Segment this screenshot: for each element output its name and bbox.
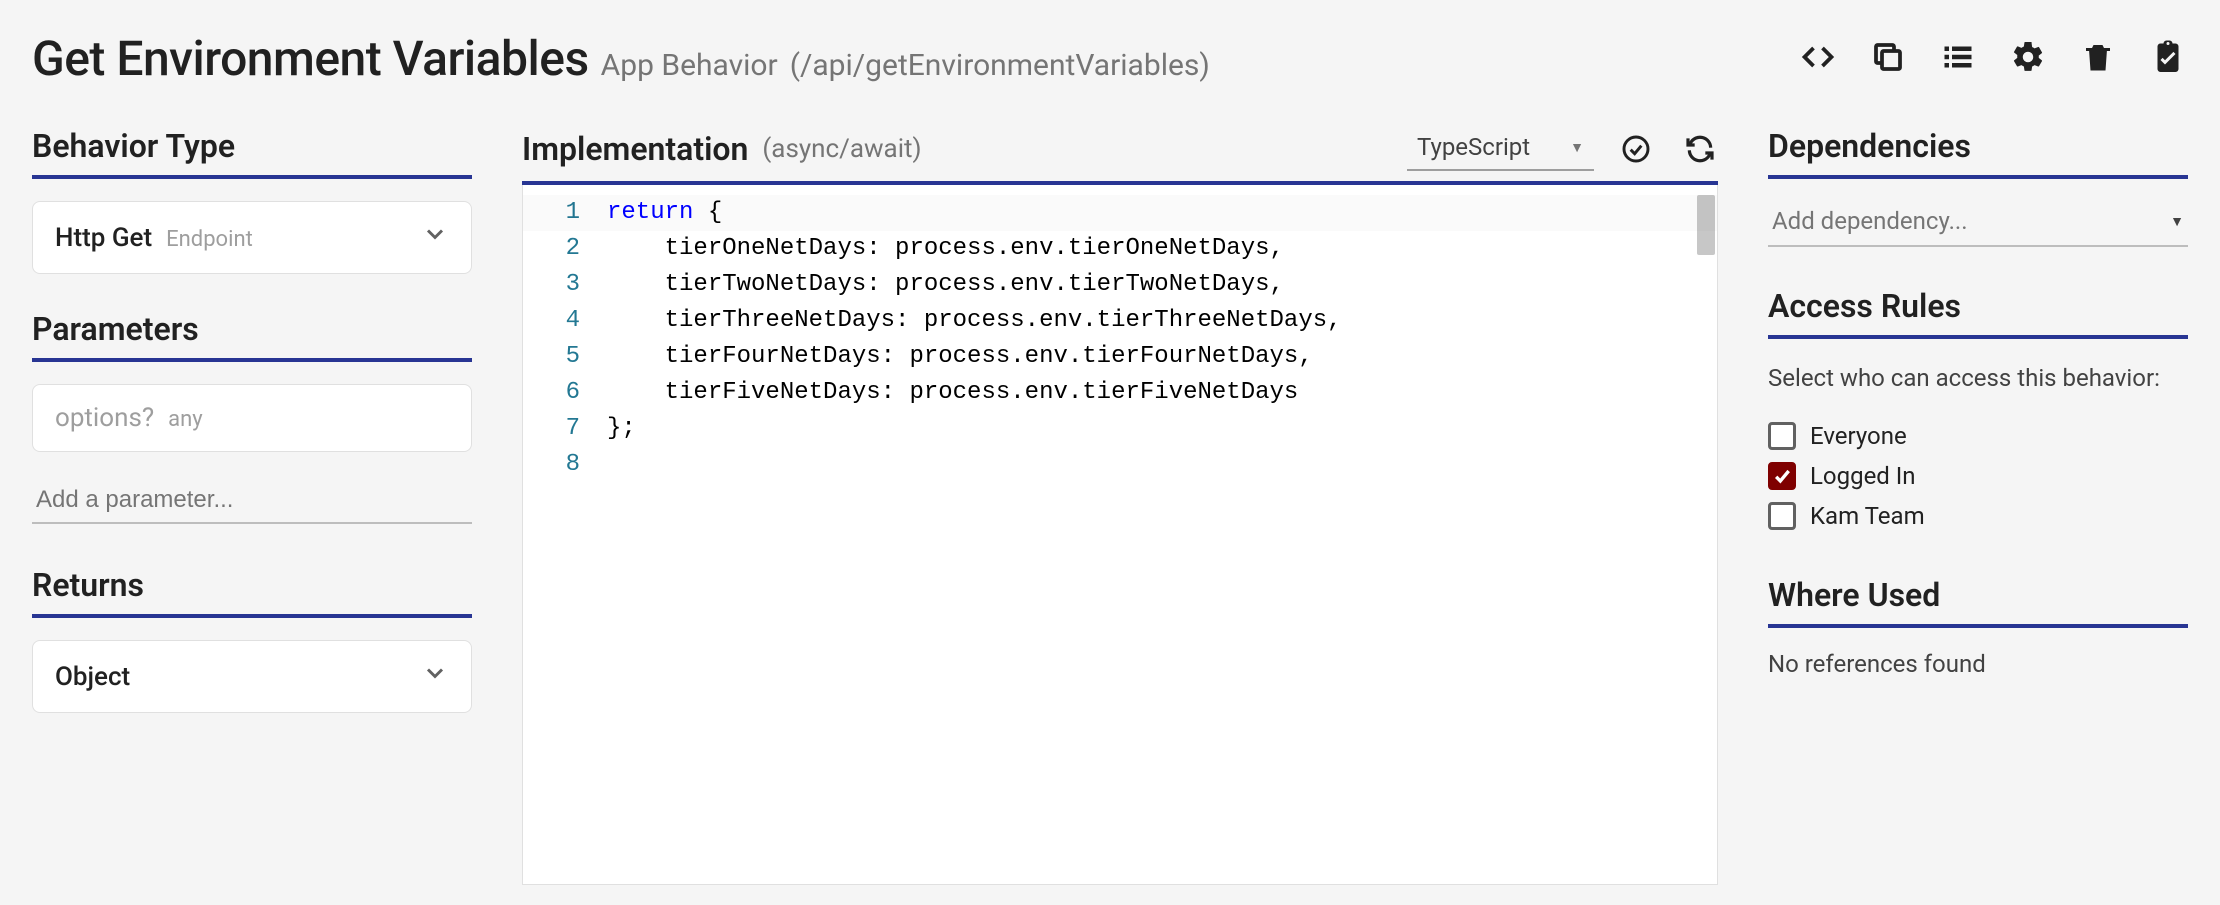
no-references-text: No references found [1768, 650, 2188, 678]
add-dependency-placeholder: Add dependency... [1772, 207, 1968, 235]
scrollbar-thumb[interactable] [1697, 195, 1715, 255]
line-number: 1 [523, 195, 580, 231]
line-number: 4 [523, 303, 580, 339]
where-used-heading: Where Used [1768, 576, 2188, 628]
implementation-heading: Implementation [522, 130, 748, 168]
line-number: 5 [523, 339, 580, 375]
line-number: 8 [523, 447, 580, 483]
dropdown-triangle-icon: ▼ [2170, 213, 2184, 230]
code-area[interactable]: return { tierOneNetDays: process.env.tie… [595, 185, 1717, 884]
line-number: 6 [523, 375, 580, 411]
code-line[interactable] [607, 447, 1717, 483]
checkbox-icon[interactable] [1768, 422, 1796, 450]
code-icon[interactable] [1798, 37, 1838, 77]
gear-icon[interactable] [2008, 37, 2048, 77]
parameters-heading: Parameters [32, 310, 472, 362]
page-header: Get Environment Variables App Behavior (… [32, 30, 2188, 87]
code-line[interactable]: }; [607, 411, 1717, 447]
access-rules-heading: Access Rules [1768, 287, 2188, 339]
parameter-name: options? [55, 403, 154, 433]
parameter-type: any [168, 407, 203, 432]
page-path: (/api/getEnvironmentVariables) [790, 48, 1210, 83]
access-rule-row[interactable]: Kam Team [1768, 496, 2188, 536]
dependencies-heading: Dependencies [1768, 127, 2188, 179]
clipboard-icon[interactable] [2148, 37, 2188, 77]
line-number: 3 [523, 267, 580, 303]
behavior-type-secondary: Endpoint [166, 227, 253, 252]
left-column: Behavior Type Http Get Endpoint Paramete… [32, 127, 472, 885]
add-parameter-input[interactable] [32, 478, 472, 524]
behavior-type-select[interactable]: Http Get Endpoint [32, 201, 472, 274]
chevron-down-icon [421, 659, 449, 694]
behavior-type-heading: Behavior Type [32, 127, 472, 179]
list-icon[interactable] [1938, 37, 1978, 77]
checkbox-icon[interactable] [1768, 502, 1796, 530]
validate-icon[interactable] [1618, 131, 1654, 167]
language-value: TypeScript [1417, 133, 1530, 161]
header-actions [1798, 37, 2188, 77]
checkbox-checked-icon[interactable] [1768, 462, 1796, 490]
trash-icon[interactable] [2078, 37, 2118, 77]
access-rules-help: Select who can access this behavior: [1768, 361, 2188, 396]
add-dependency-select[interactable]: Add dependency... ▼ [1768, 201, 2188, 247]
returns-value: Object [55, 662, 130, 692]
page-subtitle: App Behavior [601, 48, 778, 83]
code-line[interactable]: tierThreeNetDays: process.env.tierThreeN… [607, 303, 1717, 339]
code-line[interactable]: tierOneNetDays: process.env.tierOneNetDa… [607, 231, 1717, 267]
center-column: Implementation (async/await) TypeScript … [522, 127, 1718, 885]
code-editor[interactable]: 12345678 return { tierOneNetDays: proces… [522, 185, 1718, 885]
copy-icon[interactable] [1868, 37, 1908, 77]
line-gutter: 12345678 [523, 185, 595, 884]
chevron-down-icon [421, 220, 449, 255]
parameter-row[interactable]: options? any [32, 384, 472, 452]
code-line[interactable]: tierFiveNetDays: process.env.tierFiveNet… [607, 375, 1717, 411]
refresh-icon[interactable] [1682, 131, 1718, 167]
access-rule-label: Kam Team [1810, 502, 1925, 530]
page-title: Get Environment Variables [32, 30, 589, 87]
access-rule-label: Logged In [1810, 462, 1916, 490]
access-rule-row[interactable]: Logged In [1768, 456, 2188, 496]
line-number: 7 [523, 411, 580, 447]
implementation-header: Implementation (async/await) TypeScript … [522, 127, 1718, 185]
line-number: 2 [523, 231, 580, 267]
right-column: Dependencies Add dependency... ▼ Access … [1768, 127, 2188, 885]
code-line[interactable]: tierFourNetDays: process.env.tierFourNet… [607, 339, 1717, 375]
code-line[interactable]: return { [607, 195, 1717, 231]
language-select[interactable]: TypeScript ▼ [1407, 127, 1594, 171]
dropdown-triangle-icon: ▼ [1570, 139, 1584, 156]
access-rule-label: Everyone [1810, 422, 1907, 450]
behavior-type-value: Http Get [55, 223, 152, 253]
returns-select[interactable]: Object [32, 640, 472, 713]
code-line[interactable]: tierTwoNetDays: process.env.tierTwoNetDa… [607, 267, 1717, 303]
implementation-mode: (async/await) [762, 134, 921, 164]
access-rule-row[interactable]: Everyone [1768, 416, 2188, 456]
returns-heading: Returns [32, 566, 472, 618]
